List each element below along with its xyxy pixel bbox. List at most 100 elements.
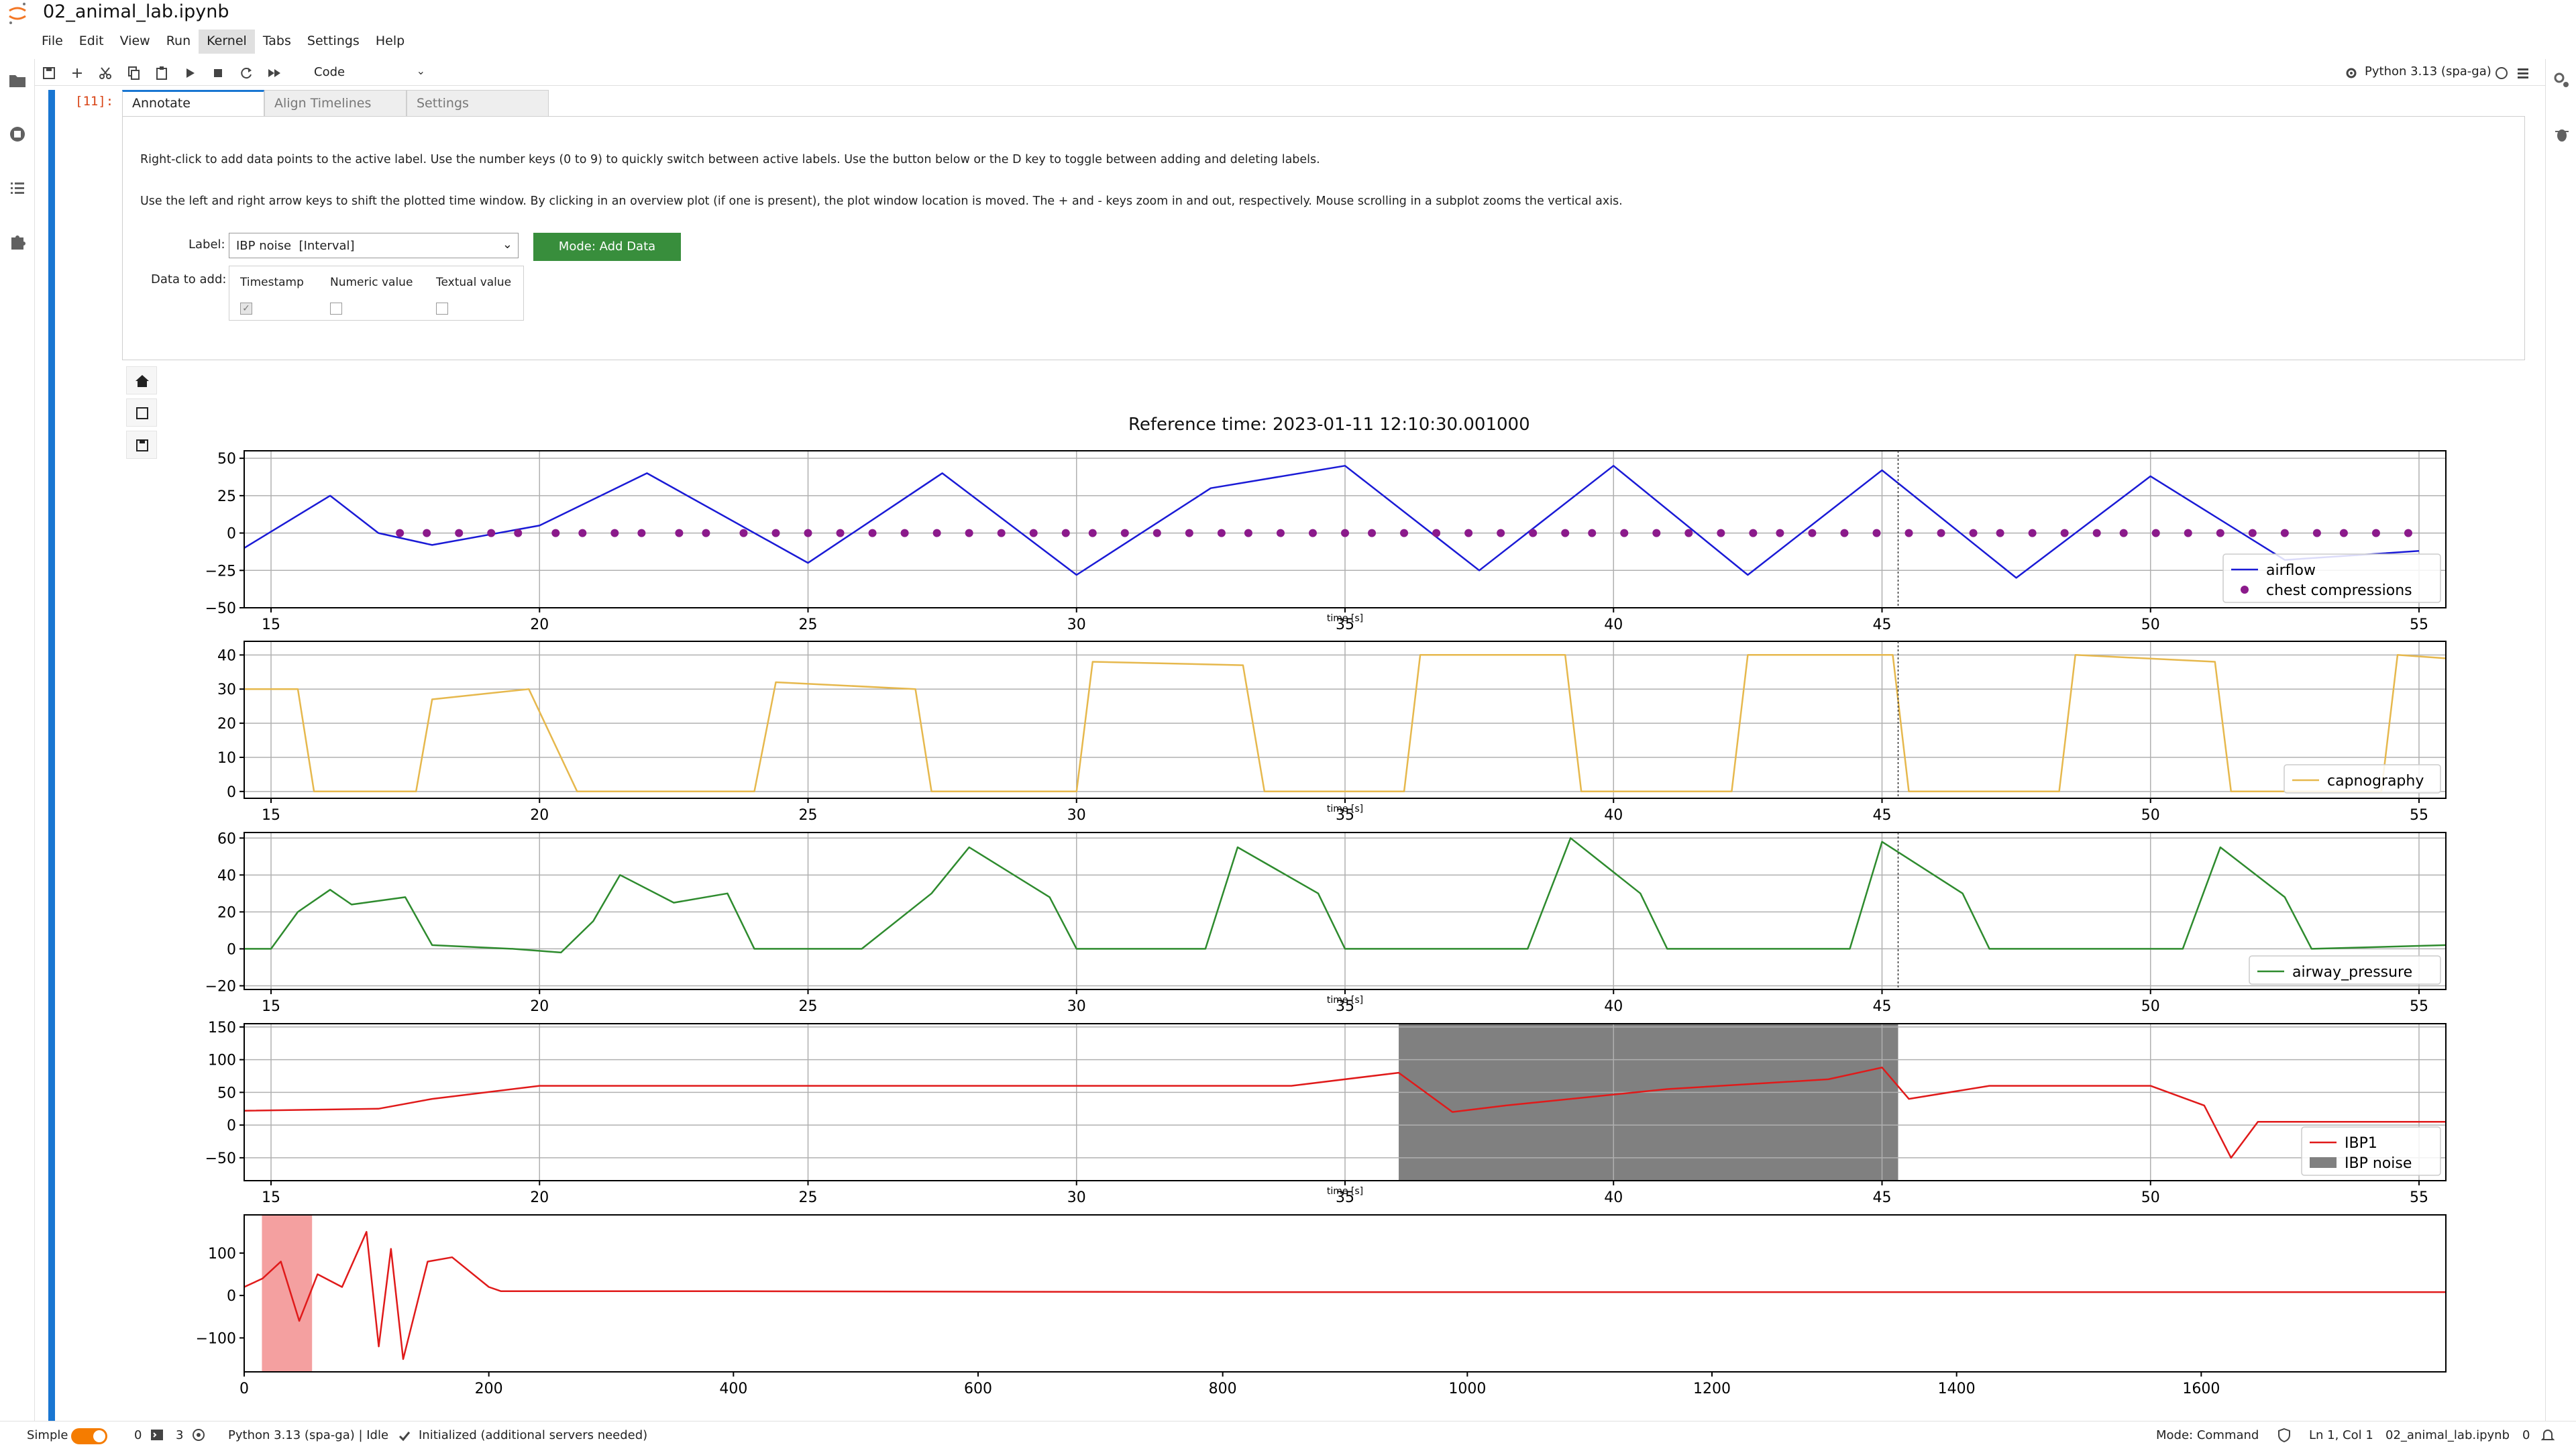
marker-0-1-11: [739, 529, 748, 537]
execution-prompt: [11]:: [75, 94, 114, 109]
marker-0-1-5: [551, 529, 560, 537]
textual-value-label: Textual value: [436, 276, 512, 289]
menu-icon[interactable]: [2514, 64, 2532, 82]
numeric-value-checkbox[interactable]: [330, 303, 342, 315]
zoom-rect-button[interactable]: [126, 398, 157, 427]
marker-0-1-43: [1749, 529, 1758, 537]
title-bar: 02_animal_lab.ipynb: [0, 0, 2576, 27]
save-icon[interactable]: [40, 64, 58, 82]
timestamp-checkbox[interactable]: ✓: [240, 303, 252, 315]
simple-mode-label: Simple: [27, 1428, 68, 1442]
kernel-status[interactable]: Python 3.13 (spa-ga) | Idle: [228, 1428, 388, 1442]
copy-icon[interactable]: [125, 64, 142, 82]
run-icon[interactable]: [181, 64, 199, 82]
x-axis-label-0: time [s]: [1327, 613, 1363, 624]
home-icon: [136, 375, 149, 387]
marker-0-1-8: [637, 529, 646, 537]
plot-canvas[interactable]: 15 20 25 30 35 40 45 50 55−50−2502550time [s]air…: [181, 402, 2502, 1395]
label-select[interactable]: IBP noise [Interval] ⌄: [229, 233, 519, 258]
textual-value-checkbox[interactable]: [436, 303, 448, 315]
y-tick-label-1-0: 0: [227, 784, 236, 801]
label-caption: Label:: [189, 237, 225, 252]
cursor-position[interactable]: Ln 1, Col 1: [2309, 1428, 2373, 1442]
menu-file[interactable]: File: [34, 30, 71, 54]
extension-icon[interactable]: [5, 229, 30, 254]
jupyter-logo-icon: [9, 3, 26, 24]
legend-label-3-0: IBP1: [2345, 1135, 2377, 1152]
y-tick-label-3-2: 50: [217, 1085, 236, 1102]
y-tick-label-3-3: 100: [208, 1053, 236, 1069]
menu-edit[interactable]: Edit: [71, 30, 112, 54]
tab-annotate[interactable]: Annotate: [122, 90, 264, 117]
cut-icon[interactable]: [97, 64, 114, 82]
kernel-name-button[interactable]: Python 3.13 (spa-ga): [2365, 64, 2491, 78]
y-tick-label-0-1: −25: [205, 563, 236, 580]
marker-0-1-7: [610, 529, 619, 537]
folder-icon[interactable]: [5, 68, 30, 93]
x-tick-label-1-1: 20: [530, 807, 549, 824]
marker-0-1-63: [2371, 529, 2380, 537]
y-tick-label-2-2: 20: [217, 904, 236, 921]
marker-0-1-37: [1561, 529, 1570, 537]
active-cell-indicator[interactable]: [48, 90, 55, 1429]
x-tick-label-4-0: 0: [239, 1381, 249, 1395]
x-tick-label-1-3: 30: [1067, 807, 1086, 824]
x-tick-label-3-7: 50: [2141, 1189, 2160, 1206]
y-tick-label-0-4: 50: [217, 451, 236, 468]
tab-settings[interactable]: Settings: [407, 90, 549, 117]
restart-icon[interactable]: [237, 64, 255, 82]
label-select-value: IBP noise [Interval]: [236, 239, 355, 253]
marker-0-1-23: [1120, 529, 1129, 537]
add-cell-icon[interactable]: [68, 64, 86, 82]
menu-tabs[interactable]: Tabs: [255, 30, 299, 54]
x-tick-label-1-8: 55: [2410, 807, 2428, 824]
lsp-status[interactable]: Initialized (additional servers needed): [419, 1428, 647, 1442]
y-tick-label-0-2: 0: [227, 526, 236, 543]
gear-icon[interactable]: [2343, 64, 2360, 82]
plot-figure[interactable]: Reference time: 2023-01-11 12:10:30.0010…: [181, 402, 2502, 1395]
home-button[interactable]: [126, 366, 157, 394]
tab-align-timelines[interactable]: Align Timelines: [264, 90, 407, 117]
mode-toggle-button[interactable]: Mode: Add Data: [533, 233, 681, 261]
menu-settings[interactable]: Settings: [299, 30, 368, 54]
property-inspector-icon[interactable]: [2550, 68, 2574, 93]
marker-0-1-2: [455, 529, 464, 537]
x-tick-label-0-5: 40: [1604, 616, 1623, 633]
menu-view[interactable]: View: [112, 30, 158, 54]
marker-0-1-46: [1840, 529, 1849, 537]
running-icon[interactable]: [5, 122, 30, 146]
left-sidebar: [0, 59, 35, 1421]
x-tick-label-3-8: 55: [2410, 1189, 2428, 1206]
marker-0-1-60: [2280, 529, 2289, 537]
x-tick-label-3-5: 40: [1604, 1189, 1623, 1206]
terminal-count[interactable]: 0: [134, 1428, 142, 1442]
debugger-icon[interactable]: [2550, 122, 2574, 146]
marker-0-1-32: [1400, 529, 1409, 537]
marker-0-1-64: [2404, 529, 2412, 537]
marker-0-1-19: [997, 529, 1006, 537]
cell-type-select[interactable]: Code ⌄: [309, 63, 429, 82]
menu-kernel[interactable]: Kernel: [199, 30, 255, 54]
fast-forward-icon[interactable]: [266, 64, 283, 82]
bell-icon[interactable]: [2540, 1427, 2556, 1443]
x-tick-label-0-1: 20: [530, 616, 549, 633]
marker-0-1-41: [1684, 529, 1693, 537]
shield-icon[interactable]: [2277, 1428, 2292, 1442]
y-tick-label-4-2: 100: [208, 1246, 236, 1263]
download-figure-button[interactable]: [126, 431, 157, 459]
marker-0-1-47: [1872, 529, 1881, 537]
simple-mode-toggle[interactable]: [71, 1428, 107, 1444]
paste-icon[interactable]: [153, 64, 170, 82]
marker-0-1-22: [1088, 529, 1097, 537]
marker-0-1-44: [1776, 529, 1784, 537]
menu-help[interactable]: Help: [368, 30, 413, 54]
table-of-contents-icon[interactable]: [5, 176, 30, 200]
data-to-add-options: Timestamp ✓ Numeric value Textual value: [229, 266, 524, 321]
menu-run[interactable]: Run: [158, 30, 199, 54]
series-line-0-0: [244, 465, 2420, 579]
kernel-count[interactable]: 3: [176, 1428, 183, 1442]
stop-icon[interactable]: [209, 64, 227, 82]
notification-count[interactable]: 0: [2522, 1428, 2530, 1442]
terminal-icon: [151, 1430, 163, 1440]
x-tick-label-0-2: 25: [799, 616, 818, 633]
